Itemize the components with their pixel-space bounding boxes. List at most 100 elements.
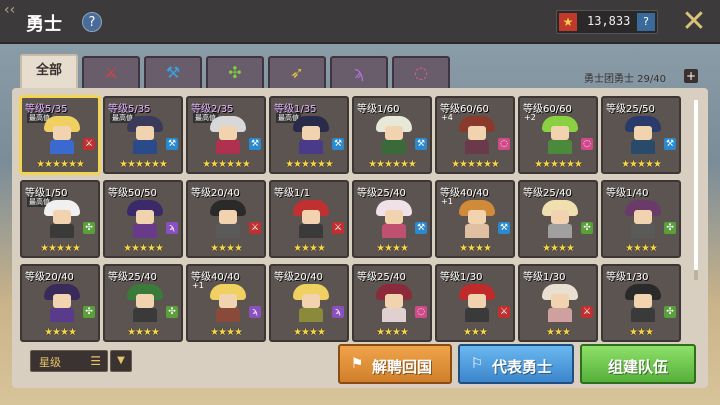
- form-team-button[interactable]: 组建队伍: [580, 344, 696, 384]
- close-icon[interactable]: ✕: [678, 6, 710, 38]
- hero-body: [465, 140, 489, 154]
- enhance-badge: +4: [441, 113, 453, 122]
- ring-icon: ◌: [414, 63, 428, 82]
- hero-card[interactable]: 等级1/30 ⚔ ★★★: [435, 264, 515, 342]
- hero-portrait: [210, 116, 246, 154]
- hero-card[interactable]: 等级20/40 ✣ ★★★★: [20, 264, 100, 342]
- sword-icon: ⚔: [103, 63, 119, 82]
- hero-card[interactable]: 等级1/50 最高值 ✣ ★★★★★: [20, 180, 100, 258]
- hero-level: 等级20/40: [25, 272, 74, 283]
- hero-card[interactable]: 等级25/40 ✣ ★★★★: [103, 264, 183, 342]
- hero-card[interactable]: 等级2/35 最高值 ⚒ ★★★★★★: [186, 96, 266, 174]
- hero-body: [548, 140, 572, 154]
- hero-portrait: [127, 200, 163, 238]
- hero-level: 等级25/40: [357, 272, 406, 283]
- hero-card[interactable]: 等级40/40 +1 ϡ ★★★★: [186, 264, 266, 342]
- star-rating: ★★★★: [44, 327, 77, 338]
- hero-level: 等级20/40: [191, 188, 240, 199]
- hero-card[interactable]: 等级40/40 +1 ⚒ ★★★★: [435, 180, 515, 258]
- star-rating: ★★★★: [293, 327, 326, 338]
- page-title: 勇士: [26, 14, 62, 35]
- hero-card[interactable]: 等级5/35 最高值 ⚔ ★★★★★★: [20, 96, 100, 174]
- hero-card[interactable]: 等级1/30 ✣ ★★★: [601, 264, 681, 342]
- chevron-down-icon[interactable]: ▼: [110, 350, 132, 372]
- hero-body: [133, 224, 157, 238]
- hero-card[interactable]: 等级1/35 最高值 ⚒ ★★★★★★: [269, 96, 349, 174]
- hero-card[interactable]: 等级1/60 ⚒ ★★★★★★: [352, 96, 432, 174]
- hero-level: 等级1/1: [274, 188, 311, 199]
- scrollbar-thumb[interactable]: [694, 100, 698, 270]
- hero-face: [302, 210, 320, 224]
- help-icon[interactable]: ?: [82, 12, 102, 32]
- star-rating: ★★★: [463, 327, 488, 338]
- tab-ring[interactable]: ◌: [392, 56, 450, 88]
- hero-level: 等级1/30: [523, 272, 566, 283]
- hero-portrait: [44, 116, 80, 154]
- tab-crossbow[interactable]: ✣: [206, 56, 264, 88]
- hero-face: [136, 294, 154, 308]
- class-icon: ⚒: [166, 138, 178, 150]
- currency-help-icon[interactable]: ?: [637, 13, 655, 31]
- hero-face: [551, 210, 569, 224]
- hero-card[interactable]: 等级20/40 ϡ ★★★★: [269, 264, 349, 342]
- hero-card[interactable]: 等级5/35 最高值 ⚒ ★★★★★★: [103, 96, 183, 174]
- tab-all[interactable]: 全部: [20, 54, 78, 88]
- sort-dropdown[interactable]: 星级 ☰: [30, 350, 108, 372]
- hero-card[interactable]: 等级1/1 ⚔ ★★★★: [269, 180, 349, 258]
- tab-staff[interactable]: ϡ: [330, 56, 388, 88]
- dismiss-button[interactable]: ⚑ 解聘回国: [338, 344, 452, 384]
- hero-face: [219, 126, 237, 140]
- hero-body: [133, 308, 157, 322]
- class-icon: ⚒: [415, 138, 427, 150]
- hero-card[interactable]: 等级25/50 ⚒ ★★★★★: [601, 96, 681, 174]
- star-rating: ★★★★: [210, 243, 243, 254]
- hero-card[interactable]: 等级20/40 ⚔ ★★★★: [186, 180, 266, 258]
- hero-face: [136, 126, 154, 140]
- representative-hero-button[interactable]: ⚐ 代表勇士: [458, 344, 574, 384]
- add-slot-button[interactable]: +: [684, 69, 698, 83]
- hero-face: [302, 126, 320, 140]
- hero-body: [216, 140, 240, 154]
- star-rating: ★★★★★★: [534, 159, 583, 170]
- crossbow-icon: ✣: [228, 63, 242, 82]
- gun-icon: ➶: [290, 63, 304, 82]
- hero-grid: 等级5/35 最高值 ⚔ ★★★★★★ 等级5/35 最高值 ⚒ ★★★★★★ 等级2/35 最高…: [20, 96, 692, 342]
- class-icon: ◌: [498, 138, 510, 150]
- hero-level: 等级25/40: [108, 272, 157, 283]
- hero-body: [631, 140, 655, 154]
- hero-card[interactable]: 等级1/30 ⚔ ★★★: [518, 264, 598, 342]
- tab-gun[interactable]: ➶: [268, 56, 326, 88]
- tab-sword[interactable]: ⚔: [82, 56, 140, 88]
- class-icon: ⚒: [332, 138, 344, 150]
- hero-card[interactable]: 等级1/40 ✣ ★★★★: [601, 180, 681, 258]
- hero-face: [385, 210, 403, 224]
- hero-level: 等级20/40: [274, 272, 323, 283]
- hero-card[interactable]: 等级25/40 ✣ ★★★★: [518, 180, 598, 258]
- star-rating: ★★★: [546, 327, 571, 338]
- class-icon: ⚒: [415, 222, 427, 234]
- hero-body: [216, 308, 240, 322]
- hero-level: 等级1/30: [606, 272, 649, 283]
- hero-portrait: [376, 116, 412, 154]
- hero-face: [53, 210, 71, 224]
- star-rating: ★★★★: [376, 327, 409, 338]
- hero-level: 等级25/40: [523, 188, 572, 199]
- tab-hammer[interactable]: ⚒: [144, 56, 202, 88]
- class-icon: ◌: [581, 138, 593, 150]
- class-icon: ⚒: [664, 138, 676, 150]
- class-icon: ⚔: [83, 138, 95, 150]
- hero-card[interactable]: 等级50/50 ϡ ★★★★★: [103, 180, 183, 258]
- hero-card[interactable]: 等级60/60 +2 ◌ ★★★★★★: [518, 96, 598, 174]
- hero-portrait: [625, 200, 661, 238]
- sort-label: 星级: [39, 356, 61, 369]
- class-icon: ϡ: [166, 222, 178, 234]
- back-arrow-icon[interactable]: ‹‹: [4, 3, 18, 40]
- class-icon: ✣: [581, 222, 593, 234]
- hero-portrait: [44, 284, 80, 322]
- hero-portrait: [625, 284, 661, 322]
- hero-card[interactable]: 等级60/60 +4 ◌ ★★★★★★: [435, 96, 515, 174]
- class-icon: ϡ: [332, 306, 344, 318]
- class-icon: ◌: [415, 306, 427, 318]
- hero-card[interactable]: 等级25/40 ⚒ ★★★★: [352, 180, 432, 258]
- hero-card[interactable]: 等级25/40 ◌ ★★★★: [352, 264, 432, 342]
